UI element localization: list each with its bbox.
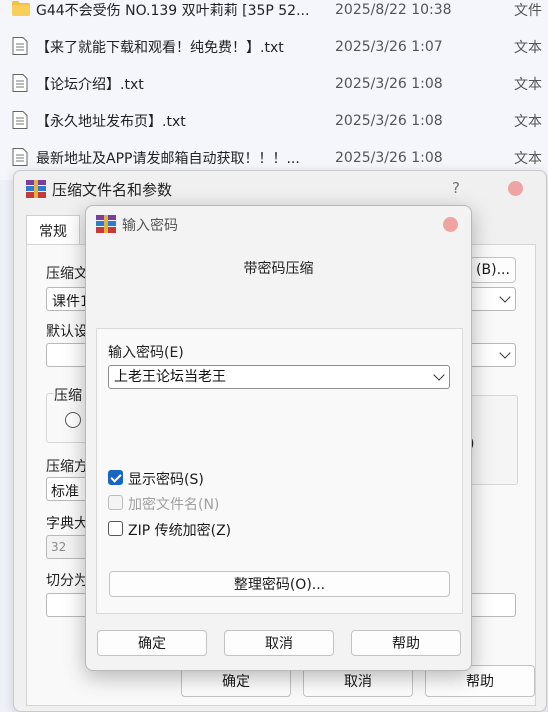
password-panel: 输入密码(E) 上老王论坛当老王 显示密码(S) 加密文件名(N) ZIP 传统… [96, 328, 463, 614]
default-profile-label: 默认设 [46, 324, 86, 340]
options-group [470, 395, 518, 485]
file-row[interactable]: 【永久地址发布页】.txt 2025/3/26 1:08 文本 [0, 102, 548, 139]
password-value: 上老王论坛当老王 [114, 369, 226, 385]
compression-method-combobox[interactable]: 标准 [46, 477, 88, 501]
close-button[interactable] [508, 181, 523, 196]
dialog-title: 输入密码 [122, 218, 178, 234]
file-date: 2025/8/22 10:38 [335, 1, 452, 18]
file-row[interactable]: 【论坛介绍】.txt 2025/3/26 1:08 文本 [0, 65, 548, 102]
checkmark-icon [110, 471, 122, 483]
dialog-title: 压缩文件名和参数 [52, 181, 173, 199]
winrar-icon [96, 215, 116, 233]
organize-passwords-button[interactable]: 整理密码(O)... [109, 571, 450, 597]
file-row[interactable]: 【来了就能下载和观看！纯免费！】.txt 2025/3/26 1:07 文本 [0, 28, 548, 65]
encrypt-file-names-label: 加密文件名(N) [128, 497, 220, 513]
text-file-icon [12, 74, 28, 92]
file-date: 2025/3/26 1:08 [335, 75, 443, 92]
winrar-icon [26, 180, 46, 198]
file-type: 文本 [514, 113, 542, 130]
folder-icon [12, 1, 30, 16]
cancel-button[interactable]: 取消 [224, 630, 334, 656]
tab-general[interactable]: 常规 [26, 215, 80, 246]
file-type: 文本 [514, 39, 542, 56]
file-name: 【来了就能下载和观看！纯免费！】.txt [36, 39, 284, 56]
split-volumes-combobox[interactable] [46, 593, 88, 617]
archive-name-label: 压缩文 [46, 266, 86, 282]
compression-method-value: 标准 [51, 484, 79, 500]
help-question-icon[interactable]: ? [452, 179, 460, 197]
file-type: 文本 [514, 150, 542, 167]
file-date: 2025/3/26 1:07 [335, 38, 443, 55]
chevron-down-icon[interactable] [433, 369, 445, 381]
title-bar: 压缩文件名和参数 ? [14, 171, 546, 207]
archive-name-value: 课件1 [52, 294, 89, 310]
file-row[interactable]: G44不会受伤 NO.139 双叶莉莉 [35P 52... 2025/8/22… [0, 0, 548, 28]
help-button[interactable]: 帮助 [351, 630, 461, 656]
show-password-label: 显示密码(S) [128, 472, 204, 488]
dictionary-size-value: 32 [51, 540, 67, 554]
file-name: 【永久地址发布页】.txt [36, 113, 186, 130]
file-type: 文件 [514, 2, 542, 19]
encrypt-file-names-checkbox[interactable] [108, 495, 123, 510]
update-mode-combobox[interactable] [470, 593, 516, 617]
file-list: G44不会受伤 NO.139 双叶莉莉 [35P 52... 2025/8/22… [0, 0, 548, 180]
file-name: 最新地址及APP请发邮箱自动获取！！！... [36, 150, 300, 167]
text-file-icon [12, 148, 28, 166]
password-input[interactable]: 上老王论坛当老王 [108, 365, 450, 389]
text-file-icon [12, 111, 28, 129]
compression-method-label: 压缩方 [46, 459, 86, 475]
dictionary-size-combobox[interactable]: 32 [46, 535, 88, 559]
file-date: 2025/3/26 1:08 [335, 149, 443, 166]
password-input-label: 输入密码(E) [108, 345, 184, 361]
file-date: 2025/3/26 1:08 [335, 112, 443, 129]
chevron-down-icon [499, 347, 511, 359]
split-volumes-label: 切分为 [46, 573, 86, 589]
enter-password-dialog: 输入密码 带密码压缩 输入密码(E) 上老王论坛当老王 显示密码(S) 加密文件… [85, 205, 472, 671]
chevron-down-icon [499, 291, 511, 303]
zip-legacy-encryption-label: ZIP 传统加密(Z) [128, 523, 232, 539]
text-file-icon [12, 37, 28, 55]
ok-button[interactable]: 确定 [97, 630, 207, 656]
dialog-heading: 带密码压缩 [243, 261, 314, 277]
file-type: 文本 [514, 76, 542, 93]
archive-format-label: 压缩 [54, 385, 88, 405]
zip-legacy-encryption-checkbox[interactable] [108, 521, 123, 536]
show-password-checkbox[interactable] [108, 470, 123, 485]
browse-button[interactable]: (B)... [470, 257, 516, 283]
format-radio[interactable] [65, 412, 81, 428]
dictionary-size-label: 字典大 [46, 516, 86, 532]
file-name: 【论坛介绍】.txt [36, 76, 144, 93]
close-button[interactable] [443, 217, 458, 232]
file-name: G44不会受伤 NO.139 双叶莉莉 [35P 52... [36, 2, 310, 19]
